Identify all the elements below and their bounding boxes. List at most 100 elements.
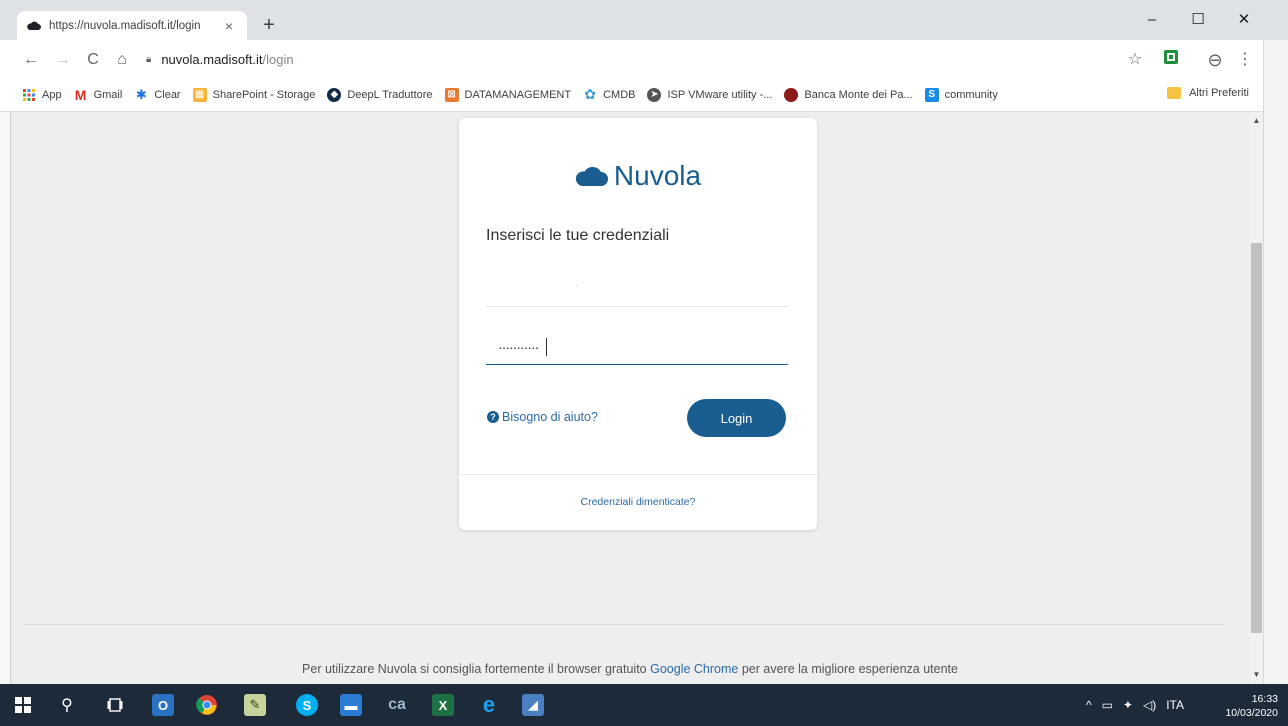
cloud-icon bbox=[575, 166, 608, 186]
address-bar[interactable]: 🔒︎ nuvola.madisoft.it/login bbox=[146, 52, 294, 67]
apps-icon bbox=[22, 88, 36, 102]
help-link-label: Bisogno di aiuto? bbox=[502, 410, 598, 424]
card-divider bbox=[459, 474, 817, 475]
browser-toolbar: ← → C ⌂ 🔒︎ nuvola.madisoft.it/login ☆ ⊖ … bbox=[0, 40, 1263, 78]
bookmark-label: Gmail bbox=[93, 88, 123, 101]
close-window-button[interactable]: ✕ bbox=[1222, 6, 1266, 34]
bookmark-label: SharePoint - Storage bbox=[212, 88, 316, 101]
folder-icon bbox=[1167, 87, 1182, 99]
home-button[interactable]: ⌂ bbox=[111, 49, 133, 71]
bookmark-cmdb[interactable]: ✿ CMDB bbox=[583, 86, 636, 102]
browser-tab-strip: https://nuvola.madisoft.it/login × + – ☐… bbox=[0, 0, 1288, 40]
nuvola-logo: Nuvola bbox=[459, 160, 817, 192]
notepad-icon[interactable]: ✎ bbox=[244, 694, 266, 716]
new-tab-button[interactable]: + bbox=[258, 14, 280, 36]
profile-icon[interactable]: ⊖ bbox=[1204, 49, 1226, 71]
cmdb-icon: ✿ bbox=[584, 86, 596, 102]
bookmark-label: CMDB bbox=[603, 88, 636, 101]
login-heading: Inserisci le tue credenziali bbox=[486, 227, 670, 244]
login-button[interactable]: Login bbox=[687, 399, 786, 437]
text-caret bbox=[546, 338, 548, 356]
bookmark-gmail[interactable]: M Gmail bbox=[74, 87, 123, 103]
tab-close-icon[interactable]: × bbox=[221, 18, 237, 34]
volume-icon[interactable]: ◁) bbox=[1143, 698, 1156, 712]
outlook-icon[interactable]: O bbox=[152, 694, 174, 716]
reload-button[interactable]: C bbox=[82, 49, 104, 71]
tab-title: https://nuvola.madisoft.it/login bbox=[49, 19, 201, 32]
bookmark-label: DeepL Traduttore bbox=[347, 88, 433, 101]
help-link[interactable]: ? Bisogno di aiuto? bbox=[487, 410, 598, 424]
menu-icon[interactable]: ⋮ bbox=[1234, 49, 1256, 71]
footer-text-after: per avere la migliore esperienza utente bbox=[738, 662, 958, 676]
bookmark-banca-monte[interactable]: Banca Monte dei Pa... bbox=[784, 87, 913, 102]
file-explorer-icon[interactable]: ▬ bbox=[340, 694, 362, 716]
scroll-up-icon[interactable]: ▲ bbox=[1250, 114, 1263, 128]
app-launcher-icon[interactable]: ◢ bbox=[522, 694, 544, 716]
ca-icon[interactable]: ca bbox=[386, 694, 408, 716]
bookmark-clear[interactable]: ✱ Clear bbox=[134, 86, 181, 102]
forgot-credentials-link[interactable]: Credenziali dimenticate? bbox=[459, 496, 817, 508]
bank-icon bbox=[784, 87, 799, 102]
footer-text-before: Per utilizzare Nuvola si consiglia forte… bbox=[302, 662, 651, 676]
bookmark-label: DATAMANAGEMENT bbox=[464, 88, 572, 101]
lock-icon: 🔒︎ bbox=[146, 54, 152, 65]
system-tray: ^ ▭ ✦ ◁) ITA bbox=[1086, 698, 1184, 712]
bookmark-isp-vmware[interactable]: ➤ ISP VMware utility -... bbox=[647, 87, 773, 102]
bookmark-community[interactable]: S community bbox=[924, 87, 998, 102]
dropbox-icon[interactable]: ✦ bbox=[1123, 698, 1133, 712]
question-circle-icon: ? bbox=[487, 411, 499, 423]
deepl-icon: ◆ bbox=[327, 87, 342, 102]
footer-divider bbox=[24, 624, 1224, 625]
network-icon[interactable]: ▭ bbox=[1102, 698, 1113, 712]
sharepoint-icon: ▦ bbox=[192, 87, 207, 102]
bookmark-label: Clear bbox=[154, 88, 181, 101]
cloud-icon bbox=[27, 21, 41, 30]
scroll-down-icon[interactable]: ▼ bbox=[1250, 668, 1263, 682]
username-value: · bbox=[575, 278, 579, 292]
bookmark-label: ISP VMware utility -... bbox=[667, 88, 773, 101]
excel-icon[interactable]: X bbox=[432, 694, 454, 716]
chrome-icon[interactable] bbox=[196, 694, 218, 716]
google-chrome-link[interactable]: Google Chrome bbox=[650, 662, 738, 676]
search-icon[interactable]: ⚲ bbox=[56, 694, 78, 716]
bookmark-label: Banca Monte dei Pa... bbox=[804, 88, 913, 101]
windows-start-icon[interactable] bbox=[12, 694, 34, 716]
language-indicator[interactable]: ITA bbox=[1166, 698, 1184, 712]
bookmarks-other-label: Altri Preferiti bbox=[1189, 87, 1249, 99]
sharepoint-community-icon: S bbox=[924, 87, 939, 102]
scrollbar-thumb[interactable] bbox=[1251, 243, 1262, 633]
url-host: nuvola.madisoft.it bbox=[161, 52, 263, 67]
vmware-icon: ➤ bbox=[647, 87, 662, 102]
login-card: Nuvola Inserisci le tue credenziali · ··… bbox=[459, 118, 817, 530]
bookmarks-other-folder[interactable]: Altri Preferiti bbox=[1167, 87, 1249, 99]
brand-name: Nuvola bbox=[613, 160, 702, 191]
password-value: ··········· bbox=[498, 339, 539, 355]
browser-tab[interactable]: https://nuvola.madisoft.it/login × bbox=[17, 11, 247, 40]
bookmark-datamanagement[interactable]: ⊠ DATAMANAGEMENT bbox=[444, 87, 572, 102]
bookmark-app[interactable]: App bbox=[22, 88, 62, 102]
minimize-button[interactable]: – bbox=[1130, 6, 1174, 34]
gear-icon: ✱ bbox=[135, 86, 147, 102]
url-path: /login bbox=[262, 52, 294, 67]
password-input[interactable]: ··········· bbox=[486, 330, 788, 365]
forward-button[interactable]: → bbox=[52, 49, 74, 71]
skype-icon[interactable]: S bbox=[296, 694, 318, 716]
taskbar-clock[interactable]: 16:33 10/03/2020 bbox=[1225, 692, 1278, 720]
bookmarks-bar: App M Gmail ✱ Clear ▦ SharePoint - Stora… bbox=[0, 78, 1263, 112]
windows-taskbar: ⚲ O ✎ S ▬ ca X e ◢ ^ ▭ ✦ ◁) ITA 16:33 10… bbox=[0, 684, 1288, 726]
extension-icon[interactable] bbox=[1160, 49, 1182, 71]
bookmark-deepl[interactable]: ◆ DeepL Traduttore bbox=[327, 87, 433, 102]
username-input[interactable]: · bbox=[489, 278, 779, 300]
clock-time: 16:33 bbox=[1251, 693, 1278, 705]
chevron-up-icon[interactable]: ^ bbox=[1086, 698, 1092, 712]
task-view-icon[interactable] bbox=[104, 694, 126, 716]
maximize-button[interactable]: ☐ bbox=[1176, 6, 1220, 34]
bookmark-star-icon[interactable]: ☆ bbox=[1124, 49, 1146, 71]
bookmark-sharepoint-storage[interactable]: ▦ SharePoint - Storage bbox=[192, 87, 316, 102]
internet-explorer-icon[interactable]: e bbox=[478, 692, 500, 717]
clock-date: 10/03/2020 bbox=[1225, 707, 1278, 719]
username-underline bbox=[486, 306, 788, 307]
bookmark-label: App bbox=[42, 88, 62, 101]
back-button[interactable]: ← bbox=[20, 49, 42, 71]
bookmark-label: community bbox=[944, 88, 998, 101]
